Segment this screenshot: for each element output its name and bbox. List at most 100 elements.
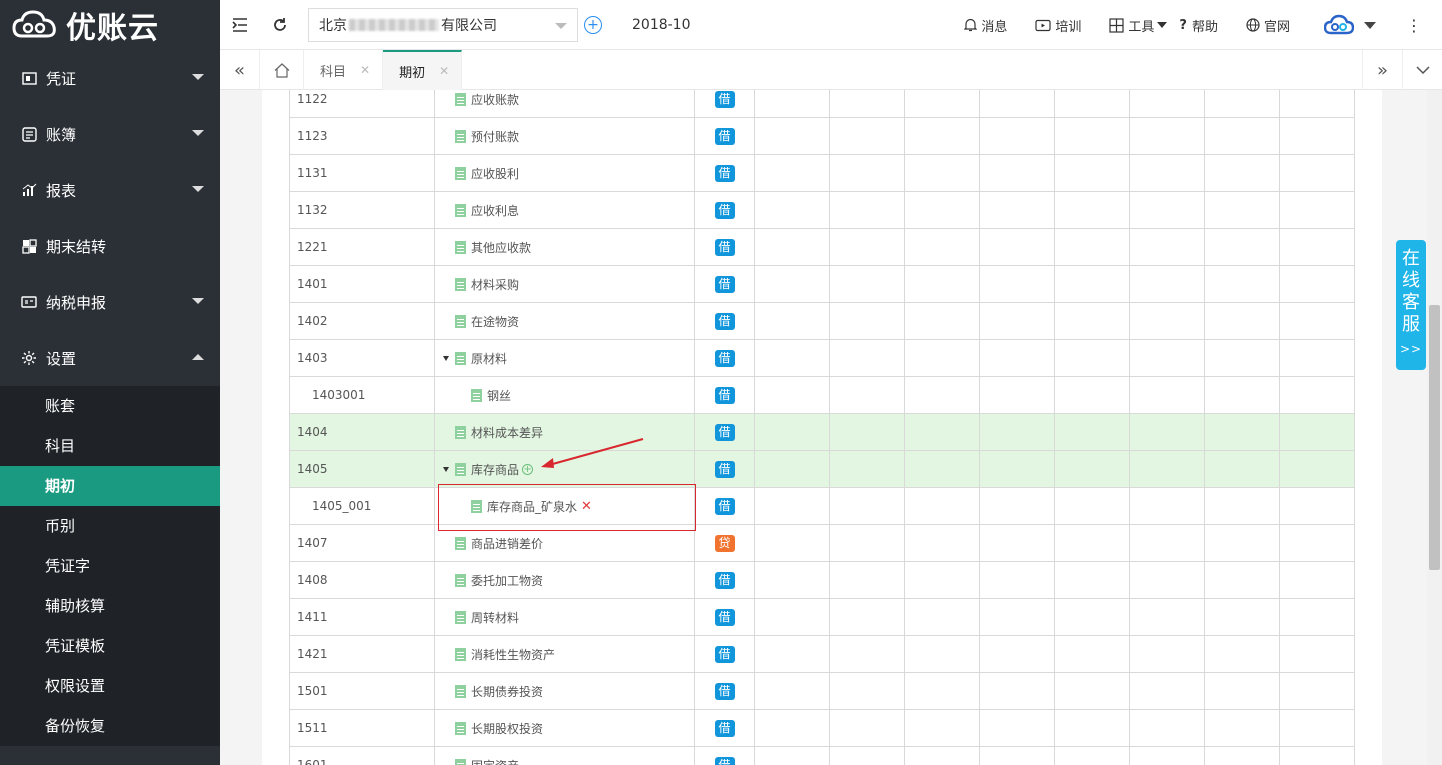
amount-cell[interactable] <box>979 90 1055 118</box>
refresh-button[interactable] <box>260 0 300 50</box>
amount-cell[interactable] <box>1054 228 1130 266</box>
amount-cell[interactable] <box>1204 302 1280 340</box>
scroll-tabs-right-button[interactable]: » <box>1362 50 1402 90</box>
amount-cell[interactable] <box>979 117 1055 155</box>
table-row[interactable]: 1403 原材料 借 <box>289 339 1355 377</box>
amount-cell[interactable] <box>1204 561 1280 599</box>
amount-cell[interactable] <box>979 228 1055 266</box>
table-row[interactable]: 1123 预付账款 借 <box>289 117 1355 155</box>
amount-cell[interactable] <box>754 154 830 192</box>
amount-cell[interactable] <box>904 487 980 525</box>
amount-cell[interactable] <box>1279 191 1355 229</box>
amount-cell[interactable] <box>754 376 830 414</box>
amount-cell[interactable] <box>829 709 905 747</box>
table-row[interactable]: 1405_001 库存商品_矿泉水 ✕ 借 <box>289 487 1355 525</box>
expand-triangle-icon[interactable] <box>443 355 449 361</box>
amount-cell[interactable] <box>1054 450 1130 488</box>
amount-cell[interactable] <box>829 413 905 451</box>
table-row[interactable]: 1221 其他应收款 借 <box>289 228 1355 266</box>
amount-cell[interactable] <box>1129 302 1205 340</box>
amount-cell[interactable] <box>1204 228 1280 266</box>
amount-cell[interactable] <box>979 635 1055 673</box>
table-row[interactable]: 1511 长期股权投资 借 <box>289 709 1355 747</box>
amount-cell[interactable] <box>754 191 830 229</box>
amount-cell[interactable] <box>1279 228 1355 266</box>
amount-cell[interactable] <box>904 561 980 599</box>
amount-cell[interactable] <box>754 265 830 303</box>
amount-cell[interactable] <box>1129 672 1205 710</box>
close-icon[interactable]: ✕ <box>360 63 370 77</box>
user-avatar-menu[interactable] <box>1324 14 1376 36</box>
amount-cell[interactable] <box>829 635 905 673</box>
amount-cell[interactable] <box>1054 524 1130 562</box>
amount-cell[interactable] <box>1054 339 1130 377</box>
amount-cell[interactable] <box>1054 191 1130 229</box>
amount-cell[interactable] <box>1129 524 1205 562</box>
table-row[interactable]: 1411 周转材料 借 <box>289 598 1355 636</box>
amount-cell[interactable] <box>1204 117 1280 155</box>
amount-cell[interactable] <box>829 339 905 377</box>
amount-cell[interactable] <box>1204 672 1280 710</box>
amount-cell[interactable] <box>829 265 905 303</box>
amount-cell[interactable] <box>829 302 905 340</box>
table-row[interactable]: 1408 委托加工物资 借 <box>289 561 1355 599</box>
amount-cell[interactable] <box>754 561 830 599</box>
amount-cell[interactable] <box>754 413 830 451</box>
amount-cell[interactable] <box>829 524 905 562</box>
table-row[interactable]: 1122 应收账款 借 <box>289 90 1355 118</box>
tools-menu[interactable]: 工具 <box>1109 16 1168 35</box>
amount-cell[interactable] <box>979 265 1055 303</box>
amount-cell[interactable] <box>1129 376 1205 414</box>
amount-cell[interactable] <box>979 709 1055 747</box>
tabs-dropdown-button[interactable] <box>1402 50 1442 90</box>
amount-cell[interactable] <box>1279 265 1355 303</box>
submenu-item[interactable]: 备份恢复 <box>0 706 220 746</box>
amount-cell[interactable] <box>829 191 905 229</box>
amount-cell[interactable] <box>979 524 1055 562</box>
amount-cell[interactable] <box>1279 339 1355 377</box>
amount-cell[interactable] <box>1129 746 1205 765</box>
submenu-item[interactable]: 科目 <box>0 426 220 466</box>
amount-cell[interactable] <box>1129 191 1205 229</box>
amount-cell[interactable] <box>904 524 980 562</box>
messages-link[interactable]: 消息 <box>964 16 1007 35</box>
amount-cell[interactable] <box>1279 117 1355 155</box>
amount-cell[interactable] <box>1129 117 1205 155</box>
amount-cell[interactable] <box>1054 672 1130 710</box>
amount-cell[interactable] <box>1204 524 1280 562</box>
amount-cell[interactable] <box>979 154 1055 192</box>
table-row[interactable]: 1405 库存商品 + 借 <box>289 450 1355 488</box>
table-row[interactable]: 1132 应收利息 借 <box>289 191 1355 229</box>
amount-cell[interactable] <box>1204 191 1280 229</box>
amount-cell[interactable] <box>1204 154 1280 192</box>
amount-cell[interactable] <box>1204 450 1280 488</box>
amount-cell[interactable] <box>1204 709 1280 747</box>
add-sub-account-icon[interactable]: + <box>522 463 534 475</box>
amount-cell[interactable] <box>1204 413 1280 451</box>
amount-cell[interactable] <box>1054 376 1130 414</box>
home-tab[interactable] <box>260 50 304 90</box>
sidebar-item-settings[interactable]: 设置 <box>0 330 220 386</box>
amount-cell[interactable] <box>1279 302 1355 340</box>
amount-cell[interactable] <box>979 561 1055 599</box>
amount-cell[interactable] <box>904 746 980 765</box>
amount-cell[interactable] <box>1279 524 1355 562</box>
amount-cell[interactable] <box>754 524 830 562</box>
amount-cell[interactable] <box>754 228 830 266</box>
amount-cell[interactable] <box>979 302 1055 340</box>
amount-cell[interactable] <box>904 672 980 710</box>
amount-cell[interactable] <box>979 598 1055 636</box>
amount-cell[interactable] <box>829 450 905 488</box>
amount-cell[interactable] <box>904 228 980 266</box>
amount-cell[interactable] <box>979 746 1055 765</box>
amount-cell[interactable] <box>1204 635 1280 673</box>
amount-cell[interactable] <box>979 376 1055 414</box>
amount-cell[interactable] <box>1054 487 1130 525</box>
amount-cell[interactable] <box>1204 90 1280 118</box>
amount-cell[interactable] <box>1279 450 1355 488</box>
amount-cell[interactable] <box>1054 561 1130 599</box>
amount-cell[interactable] <box>1204 487 1280 525</box>
table-row[interactable]: 1403001 钢丝 借 <box>289 376 1355 414</box>
amount-cell[interactable] <box>1279 746 1355 765</box>
amount-cell[interactable] <box>829 376 905 414</box>
